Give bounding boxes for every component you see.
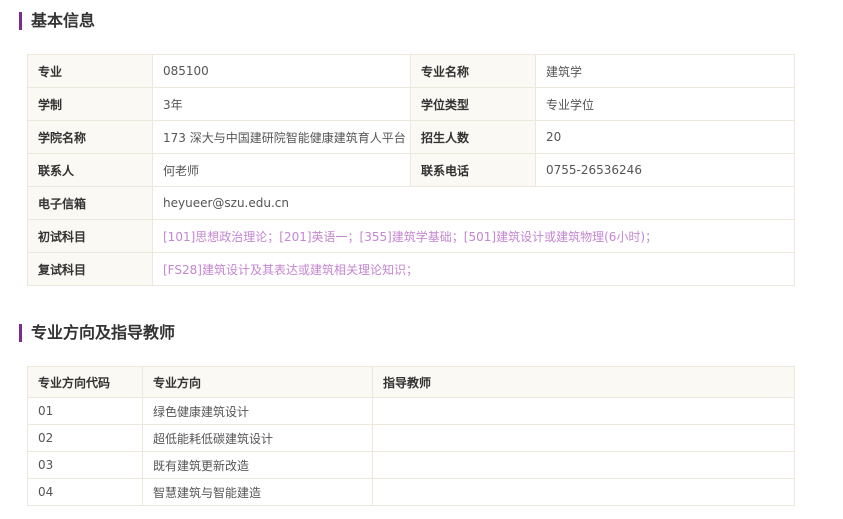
direction-advisor bbox=[372, 397, 795, 425]
retest-subjects-link[interactable]: [FS28]建筑设计及其表达或建筑相关理论知识； bbox=[152, 252, 795, 286]
table-row: 02 超低能耗低碳建筑设计 bbox=[27, 424, 795, 452]
table-row: 复试科目 [FS28]建筑设计及其表达或建筑相关理论知识； bbox=[27, 252, 795, 286]
direction-code: 01 bbox=[27, 397, 143, 425]
direction-name: 既有建筑更新改造 bbox=[142, 451, 373, 479]
college-value: 173 深大与中国建研院智能健康建筑育人平台 bbox=[152, 120, 411, 154]
basic-info-table: 专业 085100 专业名称 建筑学 学制 3年 学位类型 专业学位 学院名称 … bbox=[27, 54, 795, 286]
enrollment-value: 20 bbox=[535, 120, 795, 154]
college-label: 学院名称 bbox=[27, 120, 153, 154]
direction-advisor bbox=[372, 478, 795, 506]
email-value: heyueer@szu.edu.cn bbox=[152, 186, 795, 220]
retest-label: 复试科目 bbox=[27, 252, 153, 286]
major-value: 085100 bbox=[152, 54, 411, 88]
direction-code: 02 bbox=[27, 424, 143, 452]
table-row: 学院名称 173 深大与中国建研院智能健康建筑育人平台 招生人数 20 bbox=[27, 120, 795, 154]
header-direction: 专业方向 bbox=[142, 366, 373, 398]
table-row: 04 智慧建筑与智能建造 bbox=[27, 478, 795, 506]
phone-value: 0755-26536246 bbox=[535, 153, 795, 187]
table-row: 01 绿色健康建筑设计 bbox=[27, 397, 795, 425]
direction-code: 03 bbox=[27, 451, 143, 479]
degree-type-value: 专业学位 bbox=[535, 87, 795, 121]
table-header-row: 专业方向代码 专业方向 指导教师 bbox=[27, 366, 795, 398]
direction-advisor bbox=[372, 424, 795, 452]
table-row: 03 既有建筑更新改造 bbox=[27, 451, 795, 479]
header-advisor: 指导教师 bbox=[372, 366, 795, 398]
degree-type-label: 学位类型 bbox=[410, 87, 536, 121]
table-row: 电子信箱 heyueer@szu.edu.cn bbox=[27, 186, 795, 220]
section-title-basic-info: 基本信息 bbox=[19, 12, 95, 30]
header-code: 专业方向代码 bbox=[27, 366, 143, 398]
major-name-value: 建筑学 bbox=[535, 54, 795, 88]
direction-name: 绿色健康建筑设计 bbox=[142, 397, 373, 425]
direction-advisor bbox=[372, 451, 795, 479]
table-row: 学制 3年 学位类型 专业学位 bbox=[27, 87, 795, 121]
phone-label: 联系电话 bbox=[410, 153, 536, 187]
table-row: 初试科目 [101]思想政治理论；[201]英语一；[355]建筑学基础；[50… bbox=[27, 219, 795, 253]
table-row: 专业 085100 专业名称 建筑学 bbox=[27, 54, 795, 88]
initial-exam-label: 初试科目 bbox=[27, 219, 153, 253]
direction-code: 04 bbox=[27, 478, 143, 506]
direction-name: 超低能耗低碳建筑设计 bbox=[142, 424, 373, 452]
major-name-label: 专业名称 bbox=[410, 54, 536, 88]
duration-label: 学制 bbox=[27, 87, 153, 121]
directions-table: 专业方向代码 专业方向 指导教师 01 绿色健康建筑设计 02 超低能耗低碳建筑… bbox=[27, 366, 795, 506]
direction-name: 智慧建筑与智能建造 bbox=[142, 478, 373, 506]
initial-exam-subjects-link[interactable]: [101]思想政治理论；[201]英语一；[355]建筑学基础；[501]建筑设… bbox=[152, 219, 795, 253]
enrollment-label: 招生人数 bbox=[410, 120, 536, 154]
contact-value: 何老师 bbox=[152, 153, 411, 187]
email-label: 电子信箱 bbox=[27, 186, 153, 220]
duration-value: 3年 bbox=[152, 87, 411, 121]
contact-label: 联系人 bbox=[27, 153, 153, 187]
table-row: 联系人 何老师 联系电话 0755-26536246 bbox=[27, 153, 795, 187]
section-title-directions: 专业方向及指导教师 bbox=[19, 324, 175, 342]
major-label: 专业 bbox=[27, 54, 153, 88]
